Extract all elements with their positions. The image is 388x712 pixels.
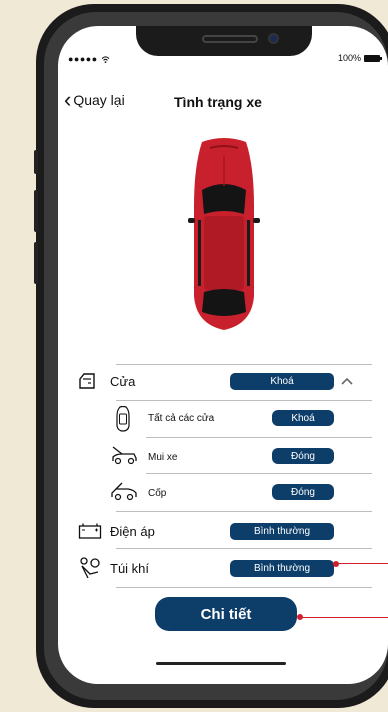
status-bar-signal: ●●●●● — [68, 54, 110, 64]
hood-label: Mui xe — [148, 452, 178, 463]
battery-voltage-icon — [78, 523, 102, 539]
door-status-badge: Khoá — [230, 373, 334, 390]
door-label: Cửa — [110, 374, 136, 389]
all-doors-status-badge: Khoá — [272, 410, 334, 426]
all-doors-label: Tất cả các cửa — [148, 413, 215, 424]
trunk-label: Cốp — [148, 488, 167, 499]
door-icon — [79, 373, 95, 389]
detail-button[interactable]: Chi tiết — [155, 597, 297, 631]
trunk-icon — [111, 482, 137, 501]
divider — [116, 548, 372, 549]
volume-down-button — [34, 242, 38, 284]
chevron-left-icon: ‹ — [64, 87, 72, 112]
speaker — [202, 35, 258, 43]
car-top-icon — [116, 406, 130, 432]
trunk-status-badge: Đóng — [272, 484, 334, 500]
voltage-label: Điện áp — [110, 524, 155, 539]
divider — [116, 511, 372, 512]
divider — [146, 437, 372, 438]
callout-line — [336, 563, 388, 564]
divider — [116, 587, 372, 588]
chevron-up-icon[interactable] — [341, 377, 353, 385]
battery-percent: 100% — [337, 53, 361, 63]
airbag-icon — [80, 557, 100, 579]
back-label: Quay lại — [73, 92, 125, 108]
volume-up-button — [34, 190, 38, 232]
back-button[interactable]: ‹ Quay lại — [64, 87, 125, 112]
mute-switch — [34, 150, 38, 174]
divider — [146, 473, 372, 474]
home-indicator[interactable] — [156, 662, 286, 665]
page-title: Tình trạng xe — [174, 94, 262, 110]
callout-line — [300, 617, 388, 618]
front-camera — [268, 33, 279, 44]
notch — [136, 26, 312, 56]
airbag-status-badge: Bình thường — [230, 560, 334, 577]
divider — [116, 400, 372, 401]
hood-icon — [112, 446, 137, 465]
callout-dot — [333, 561, 339, 567]
battery-icon — [364, 54, 382, 62]
hood-status-badge: Đóng — [272, 448, 334, 464]
divider — [116, 364, 372, 365]
signal-dots: ●●●●● — [68, 54, 101, 64]
airbag-label: Túi khí — [110, 561, 150, 576]
wifi-icon — [101, 56, 110, 64]
phone-screen: ●●●●● 100% ‹ Quay lại Tình trạng xe Cửa … — [58, 26, 388, 684]
status-bar-battery: 100% — [337, 53, 382, 63]
car-top-icon — [188, 138, 260, 330]
voltage-status-badge: Bình thường — [230, 523, 334, 540]
